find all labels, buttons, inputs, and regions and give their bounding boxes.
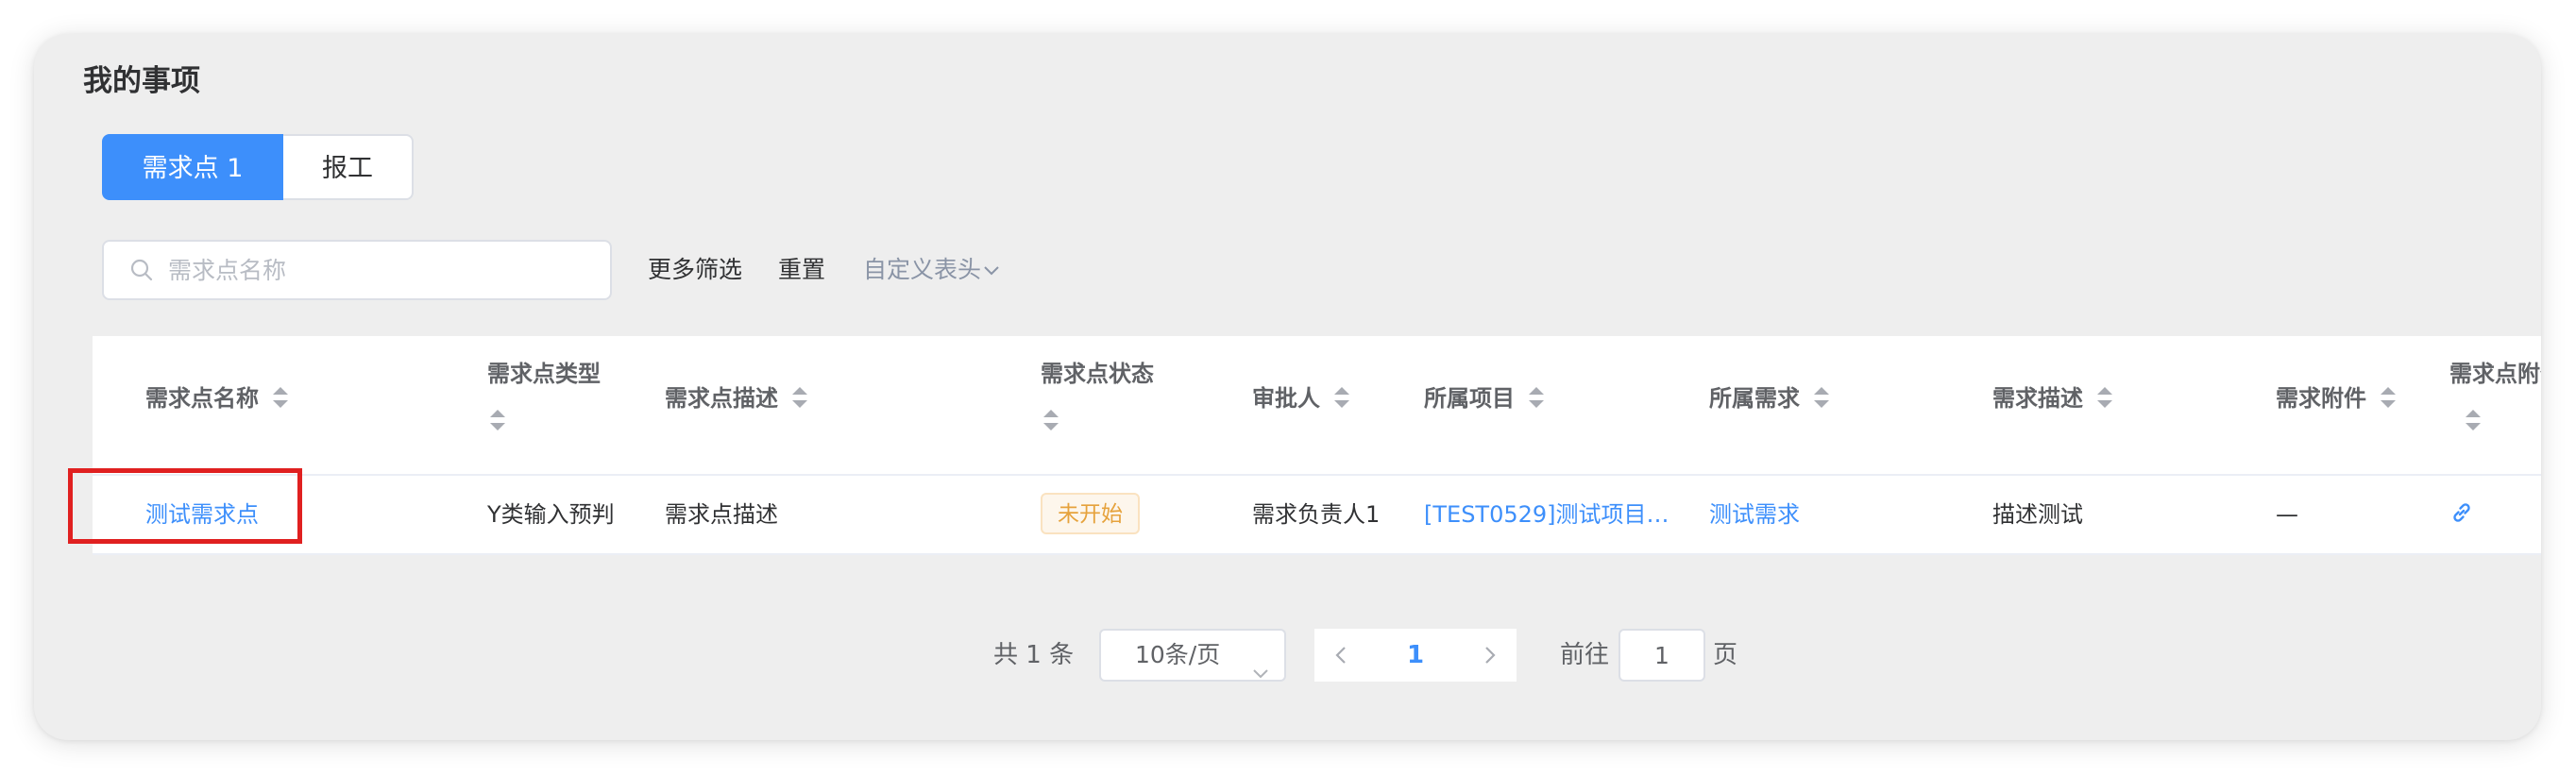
link-icon[interactable] (2449, 500, 2474, 525)
sort-icon[interactable] (2463, 406, 2483, 434)
table-row: 测试需求点 Y类输入预判 需求点描述 未开始 需求负责人1 [TEST0529]… (93, 476, 2541, 555)
cell-requirement-description: 描述测试 (1992, 501, 2083, 528)
cell-type: Y类输入预判 (487, 501, 615, 528)
requirement-link[interactable]: 测试需求 (1709, 476, 1955, 553)
column-header-label: 所属项目 (1424, 385, 1515, 412)
cell-description: 需求点描述 (665, 501, 778, 528)
tab-work-report[interactable]: 报工 (283, 134, 414, 200)
page-number[interactable]: 1 (1407, 641, 1424, 669)
goto-page-input[interactable] (1618, 629, 1705, 682)
column-header: 所属项目 (1424, 380, 1547, 417)
sort-icon[interactable] (2378, 383, 2398, 412)
column-header-label: 需求附件 (2276, 385, 2366, 412)
column-header: 需求点状态 (1041, 361, 1154, 387)
requirement-points-table: 需求点名称 需求点类型 需求点描述 需求点状态 审批人 所属项目 所属需求 需求… (93, 336, 2541, 555)
column-header: 需求点描述 (665, 380, 810, 417)
page-size-value: 10条/页 (1135, 641, 1221, 668)
tab-requirement-points[interactable]: 需求点 1 (102, 134, 283, 200)
sort-icon[interactable] (1526, 383, 1547, 412)
custom-header-button[interactable]: 自定义表头 (863, 249, 1000, 291)
page-unit-label: 页 (1713, 641, 1738, 669)
column-header: 所属需求 (1709, 380, 1832, 417)
chevron-down-icon (983, 248, 1000, 290)
pagination-total: 共 1 条 (993, 641, 1075, 669)
column-header: 需求点名称 (145, 380, 291, 417)
search-input[interactable] (166, 250, 610, 290)
sort-icon[interactable] (1331, 383, 1352, 412)
sort-icon[interactable] (487, 406, 508, 434)
sort-icon[interactable] (2094, 383, 2115, 412)
custom-header-label: 自定义表头 (863, 256, 982, 283)
status-badge: 未开始 (1041, 493, 1140, 534)
next-page-button[interactable] (1464, 629, 1517, 682)
sort-icon[interactable] (1811, 383, 1832, 412)
panel-title: 我的事项 (83, 64, 200, 98)
sort-icon[interactable] (270, 383, 291, 412)
cell-requirement-attachment: — (2276, 501, 2298, 528)
my-items-panel: 我的事项 需求点 1 报工 更多筛选 重置 自定义表头 需求点名称 (34, 34, 2541, 740)
table-header: 需求点名称 需求点类型 需求点描述 需求点状态 审批人 所属项目 所属需求 需求… (93, 336, 2541, 476)
search-box[interactable] (102, 240, 612, 300)
page: 我的事项 需求点 1 报工 更多筛选 重置 自定义表头 需求点名称 (0, 0, 2576, 776)
column-header: 需求附件 (2276, 380, 2398, 417)
column-header-label: 所属需求 (1709, 385, 1800, 412)
chevron-right-icon (1485, 647, 1496, 664)
column-header-label: 需求描述 (1992, 385, 2083, 412)
column-header-label: 审批人 (1252, 385, 1320, 412)
column-header: 需求点类型 (487, 361, 601, 387)
sort-icon[interactable] (1041, 406, 1061, 434)
more-filters-button[interactable]: 更多筛选 (648, 249, 742, 291)
project-link[interactable]: [TEST0529]测试项目0... (1424, 476, 1679, 553)
search-icon (123, 251, 161, 289)
column-header-label: 需求点描述 (665, 385, 778, 412)
tab-bar: 需求点 1 报工 (102, 134, 414, 200)
chevron-down-icon (1252, 648, 1269, 697)
prev-page-button[interactable] (1314, 629, 1367, 682)
column-header: 需求描述 (1992, 380, 2115, 417)
reset-button[interactable]: 重置 (778, 249, 825, 291)
requirement-point-name-link[interactable]: 测试需求点 (145, 476, 334, 553)
page-size-select[interactable]: 10条/页 (1099, 629, 1286, 682)
chevron-left-icon (1335, 647, 1346, 664)
pagination-pager: 1 (1314, 629, 1517, 682)
column-header: 审批人 (1252, 380, 1352, 417)
cell-status: 未开始 (1041, 476, 1211, 553)
cell-approver: 需求负责人1 (1252, 501, 1381, 528)
cell-point-attachment (2449, 476, 2525, 553)
sort-icon[interactable] (789, 383, 810, 412)
column-header-label: 需求点名称 (145, 385, 259, 412)
column-header: 需求点附件 (2449, 361, 2541, 387)
goto-label: 前往 (1560, 641, 1610, 669)
